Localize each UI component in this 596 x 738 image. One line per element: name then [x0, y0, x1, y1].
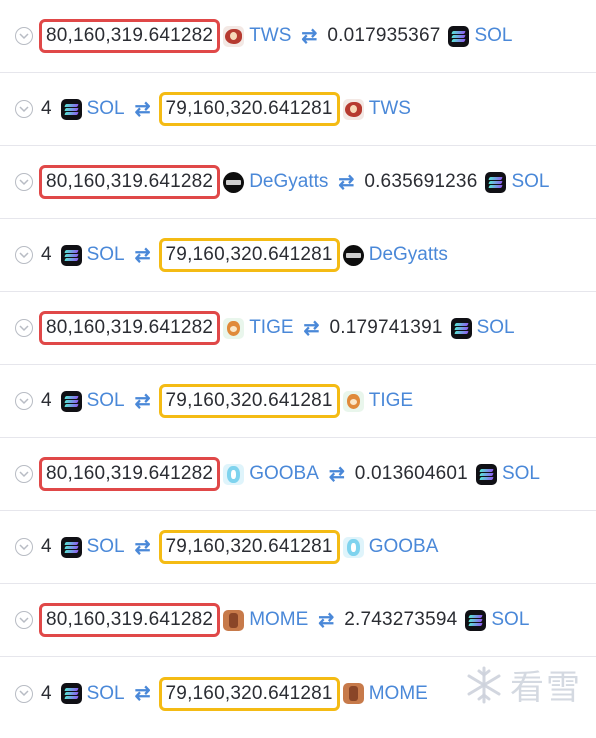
- expand-chevron-icon[interactable]: [15, 611, 33, 629]
- expand-chevron-icon[interactable]: [15, 173, 33, 191]
- swap-row[interactable]: 4 SOL ⇄ 79,160,320.641281 TWS: [0, 73, 596, 146]
- other-token-link[interactable]: GOOBA: [369, 536, 439, 558]
- swap-arrows-icon: ⇄: [134, 683, 151, 704]
- token-link[interactable]: DeGyatts: [249, 171, 328, 193]
- token-link[interactable]: MOME: [249, 609, 308, 631]
- token-link[interactable]: GOOBA: [249, 463, 319, 485]
- swap-arrows-icon: ⇄: [134, 244, 151, 266]
- amount-highlighted: 80,160,319.641282: [39, 165, 221, 199]
- sol-icon: [60, 536, 82, 558]
- other-token-link[interactable]: TIGE: [369, 390, 413, 412]
- degyatts-icon: [342, 244, 364, 266]
- expand-chevron-icon[interactable]: [15, 246, 33, 264]
- sol-icon: [485, 171, 507, 193]
- other-token-link[interactable]: DeGyatts: [369, 244, 448, 266]
- expand-chevron-icon[interactable]: [15, 538, 33, 556]
- swap-arrows-icon: ⇄: [134, 98, 151, 120]
- amount-highlighted: 80,160,319.641282: [39, 19, 221, 53]
- token-link[interactable]: SOL: [87, 244, 125, 266]
- swap-arrows-icon: ⇄: [134, 390, 151, 412]
- snowflake-icon: [467, 666, 501, 703]
- token-link[interactable]: TIGE: [249, 317, 293, 339]
- swap-row[interactable]: 80,160,319.641282 TWS ⇄ 0.017935367 SOL: [0, 0, 596, 73]
- other-token-link[interactable]: TWS: [369, 98, 411, 120]
- sol-icon: [448, 25, 470, 47]
- expand-chevron-icon[interactable]: [15, 465, 33, 483]
- sol-icon: [475, 463, 497, 485]
- swap-arrows-icon: ⇄: [301, 25, 318, 47]
- other-token-link[interactable]: SOL: [477, 317, 515, 339]
- swap-row[interactable]: 80,160,319.641282 GOOBA ⇄ 0.013604601 SO…: [0, 438, 596, 511]
- tws-icon: [223, 25, 245, 47]
- other-amount: 0.017935367: [327, 25, 441, 46]
- tige-icon: [342, 390, 364, 412]
- watermark: 看雪: [464, 660, 582, 709]
- tws-icon: [342, 98, 364, 120]
- other-token-link[interactable]: SOL: [511, 171, 549, 193]
- count: 4: [41, 682, 52, 704]
- count: 4: [41, 244, 52, 265]
- token-link[interactable]: TWS: [249, 25, 291, 47]
- gooba-icon: [223, 463, 245, 485]
- other-token-link[interactable]: SOL: [491, 609, 529, 631]
- swap-row[interactable]: 80,160,319.641282 MOME ⇄ 2.743273594 SOL: [0, 584, 596, 657]
- amount-highlighted: 79,160,320.641281: [158, 238, 340, 272]
- token-link[interactable]: SOL: [87, 536, 125, 558]
- sol-icon: [60, 683, 82, 704]
- swap-row[interactable]: 4 SOL ⇄ 79,160,320.641281 GOOBA: [0, 511, 596, 584]
- expand-chevron-icon[interactable]: [15, 27, 33, 45]
- swap-row[interactable]: 4 SOL ⇄ 79,160,320.641281 TIGE: [0, 365, 596, 438]
- tige-icon: [223, 317, 245, 339]
- other-token-link[interactable]: MOME: [369, 683, 428, 705]
- watermark-text: 看雪: [510, 668, 582, 708]
- count: 4: [41, 98, 52, 119]
- sol-icon: [450, 317, 472, 339]
- amount-highlighted: 79,160,320.641281: [158, 676, 340, 711]
- swap-arrows-icon: ⇄: [338, 171, 355, 193]
- amount-highlighted: 80,160,319.641282: [39, 457, 221, 491]
- other-amount: 0.635691236: [364, 171, 478, 192]
- expand-chevron-icon[interactable]: [15, 100, 33, 118]
- sol-icon: [465, 609, 487, 631]
- swap-arrows-icon: ⇄: [303, 317, 320, 339]
- swap-row[interactable]: 80,160,319.641282 TIGE ⇄ 0.179741391 SOL: [0, 292, 596, 365]
- amount-highlighted: 79,160,320.641281: [158, 384, 340, 418]
- token-link[interactable]: SOL: [87, 683, 125, 705]
- expand-chevron-icon[interactable]: [15, 392, 33, 410]
- mome-icon: [223, 609, 245, 631]
- other-token-link[interactable]: SOL: [502, 463, 540, 485]
- token-link[interactable]: SOL: [87, 98, 125, 120]
- gooba-icon: [342, 536, 364, 558]
- count: 4: [41, 536, 52, 557]
- mome-icon: [342, 683, 364, 704]
- other-amount: 0.179741391: [329, 317, 443, 338]
- degyatts-icon: [223, 171, 245, 193]
- other-amount: 2.743273594: [344, 609, 458, 630]
- sol-icon: [60, 390, 82, 412]
- amount-highlighted: 79,160,320.641281: [158, 530, 340, 564]
- sol-icon: [60, 98, 82, 120]
- swap-row[interactable]: 80,160,319.641282 DeGyatts ⇄ 0.635691236…: [0, 146, 596, 219]
- other-amount: 0.013604601: [354, 463, 468, 484]
- sol-icon: [60, 244, 82, 266]
- count: 4: [41, 390, 52, 411]
- swap-arrows-icon: ⇄: [328, 463, 345, 485]
- expand-chevron-icon[interactable]: [15, 684, 33, 703]
- amount-highlighted: 80,160,319.641282: [39, 311, 221, 345]
- other-token-link[interactable]: SOL: [474, 25, 512, 47]
- swap-arrows-icon: ⇄: [318, 609, 335, 631]
- amount-highlighted: 79,160,320.641281: [158, 92, 340, 126]
- swap-row[interactable]: 4 SOL ⇄ 79,160,320.641281 DeGyatts: [0, 219, 596, 292]
- expand-chevron-icon[interactable]: [15, 319, 33, 337]
- token-link[interactable]: SOL: [87, 390, 125, 412]
- amount-highlighted: 80,160,319.641282: [39, 603, 221, 637]
- swap-arrows-icon: ⇄: [134, 536, 151, 558]
